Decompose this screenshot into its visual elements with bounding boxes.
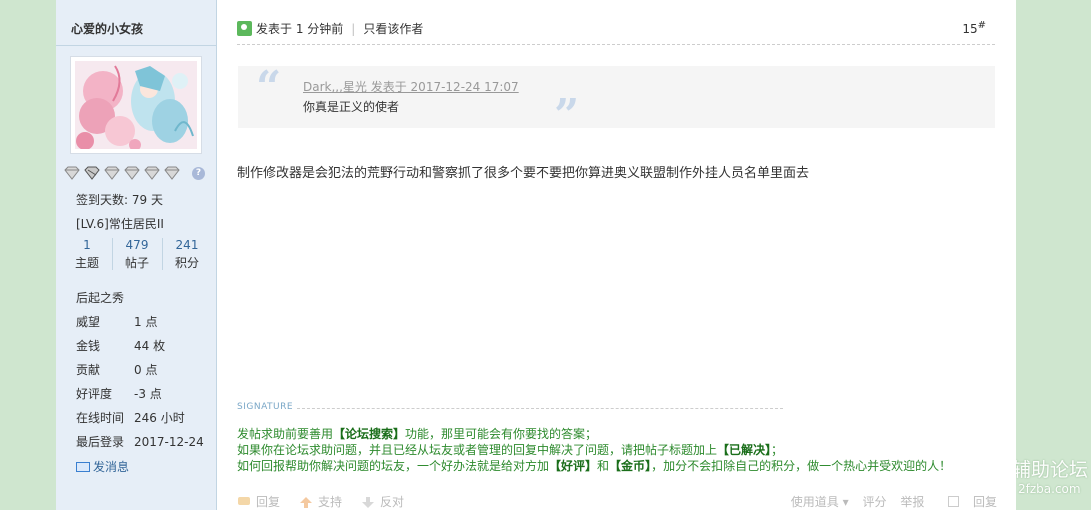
stat-topics-value: 1 [83, 238, 91, 252]
rate-link[interactable]: 评分 [862, 495, 886, 509]
medal-icon[interactable] [124, 166, 140, 180]
author-name[interactable]: 心爱的小女孩 [71, 20, 143, 37]
support-button[interactable]: 支持 [299, 493, 342, 510]
post-time: 发表于 1 分钟前 [256, 22, 344, 36]
stat-divider [162, 238, 163, 270]
page-background-right [1016, 0, 1091, 510]
support-label: 支持 [318, 495, 343, 509]
post-actions-right: 使用道具 ▾ 评分 举报 回复 [781, 493, 997, 510]
stat-posts[interactable]: 479 帖子 [114, 236, 160, 272]
post-header: 发表于 1 分钟前 | 只看该作者 [237, 20, 423, 37]
thumb-down-icon [362, 497, 374, 508]
oppose-button[interactable]: 反对 [361, 493, 404, 510]
avatar[interactable] [70, 56, 202, 154]
author-sidebar: 心爱的小女孩 ? 签到天数: 79 天 [LV.6]常住居民II 1 主题 47… [56, 0, 217, 510]
signature-label: SIGNATURE [237, 402, 294, 412]
floor-number-value: 15 [962, 22, 978, 36]
info-key: 威望 [76, 315, 101, 329]
info-value: -3 点 [134, 387, 162, 401]
signature-line-1: 发帖求助前要善用【论坛搜索】功能，那里可能会有你要找的答案； [237, 427, 598, 441]
user-level[interactable]: [LV.6]常住居民II [76, 215, 164, 232]
info-money: 金钱 44 枚 [76, 337, 165, 353]
avatar-image [75, 61, 197, 149]
author-stats: 1 主题 479 帖子 241 积分 [64, 236, 211, 274]
stat-points-value: 241 [175, 238, 199, 252]
stat-points[interactable]: 241 积分 [164, 236, 210, 272]
online-status-icon [237, 21, 252, 36]
signature-divider [297, 408, 783, 409]
info-contribution: 贡献 0 点 [76, 361, 157, 377]
header-divider [237, 44, 995, 45]
stat-posts-label: 帖子 [124, 256, 149, 270]
floor-number-suffix: # [977, 20, 986, 31]
open-quote-icon: “ [256, 62, 282, 113]
post-container: 心爱的小女孩 ? 签到天数: 79 天 [LV.6]常住居民II 1 主题 47… [56, 0, 1016, 510]
quote-meta-link[interactable]: Dark,,,星光 发表于 2017-12-24 17:07 [303, 78, 519, 95]
report-link[interactable]: 举报 [900, 495, 924, 509]
reply-icon [238, 497, 250, 505]
medal-icon[interactable] [104, 166, 120, 180]
signin-days: 签到天数: 79 天 [76, 193, 163, 207]
signature-line-3: 如何回报帮助你解决问题的坛友，一个好办法就是给对方加【好评】和【金币】，加分不会… [237, 459, 952, 473]
user-title: 后起之秀 [76, 291, 125, 305]
info-key: 在线时间 [76, 411, 125, 425]
send-message-link[interactable]: 发消息 [76, 458, 129, 475]
medal-icon[interactable] [144, 166, 160, 180]
medal-icon[interactable] [84, 166, 100, 180]
medal-icon[interactable] [64, 166, 80, 180]
signature-line-2: 如果你在论坛求助问题，并且已经从坛友或者管理的回复中解决了问题，请把帖子标题加上… [237, 443, 784, 457]
stat-topics[interactable]: 1 主题 [64, 236, 110, 272]
info-online-time: 在线时间 246 小时 [76, 409, 185, 425]
envelope-icon [76, 462, 90, 472]
quote-text: 你真是正义的使者 [303, 100, 400, 114]
reply-button[interactable]: 回复 [237, 493, 280, 510]
info-value: 44 枚 [134, 339, 166, 353]
stat-divider [112, 238, 113, 270]
post-main: 发表于 1 分钟前 | 只看该作者 15# “ Dark,,,星光 发表于 2017… [217, 0, 1016, 510]
floor-number[interactable]: 15# [962, 20, 986, 36]
info-value: 2017-12-24 [134, 435, 204, 449]
site-watermark: 辅助论坛 2fzba.com [1012, 458, 1091, 510]
only-author-link[interactable]: 只看该作者 [363, 22, 423, 36]
post-content: 制作修改器是会犯法的荒野行动和警察抓了很多个要不要把你算进奥义联盟制作外挂人员名… [237, 166, 810, 181]
info-value: 246 小时 [134, 411, 185, 425]
watermark-line2: 2fzba.com [1018, 482, 1081, 496]
help-icon[interactable]: ? [192, 167, 205, 180]
post-actions: 回复 支持 反对 使用道具 ▾ 评分 举报 回复 [237, 493, 997, 510]
medal-row [61, 166, 211, 182]
info-key: 贡献 [76, 363, 101, 377]
header-separator: | [351, 22, 356, 36]
tick-checkbox[interactable] [948, 496, 960, 507]
info-key: 好评度 [76, 387, 113, 401]
info-key: 最后登录 [76, 435, 125, 449]
stat-topics-label: 主题 [74, 256, 99, 270]
thumb-up-icon [300, 497, 312, 508]
watermark-line1: 辅助论坛 [1012, 459, 1089, 481]
sidebar-divider [56, 45, 217, 46]
close-quote-icon: ” [554, 90, 580, 141]
reply-label: 回复 [256, 495, 281, 509]
use-props-menu[interactable]: 使用道具 ▾ [791, 495, 849, 509]
oppose-label: 反对 [380, 495, 405, 509]
info-prestige: 威望 1 点 [76, 313, 157, 329]
stat-posts-value: 479 [125, 238, 149, 252]
info-value: 0 点 [134, 363, 158, 377]
medal-icon[interactable] [164, 166, 180, 180]
quote-block: “ Dark,,,星光 发表于 2017-12-24 17:07 你真是正义的使… [238, 62, 995, 138]
info-last-login: 最后登录 2017-12-24 [76, 433, 204, 449]
info-value: 1 点 [134, 315, 158, 329]
stat-points-label: 积分 [174, 256, 199, 270]
tick-reply[interactable]: 回复 [938, 495, 997, 509]
tick-label: 回复 [972, 495, 997, 509]
info-key: 金钱 [76, 339, 101, 353]
info-rating: 好评度 -3 点 [76, 385, 162, 401]
send-message-label: 发消息 [93, 460, 130, 474]
